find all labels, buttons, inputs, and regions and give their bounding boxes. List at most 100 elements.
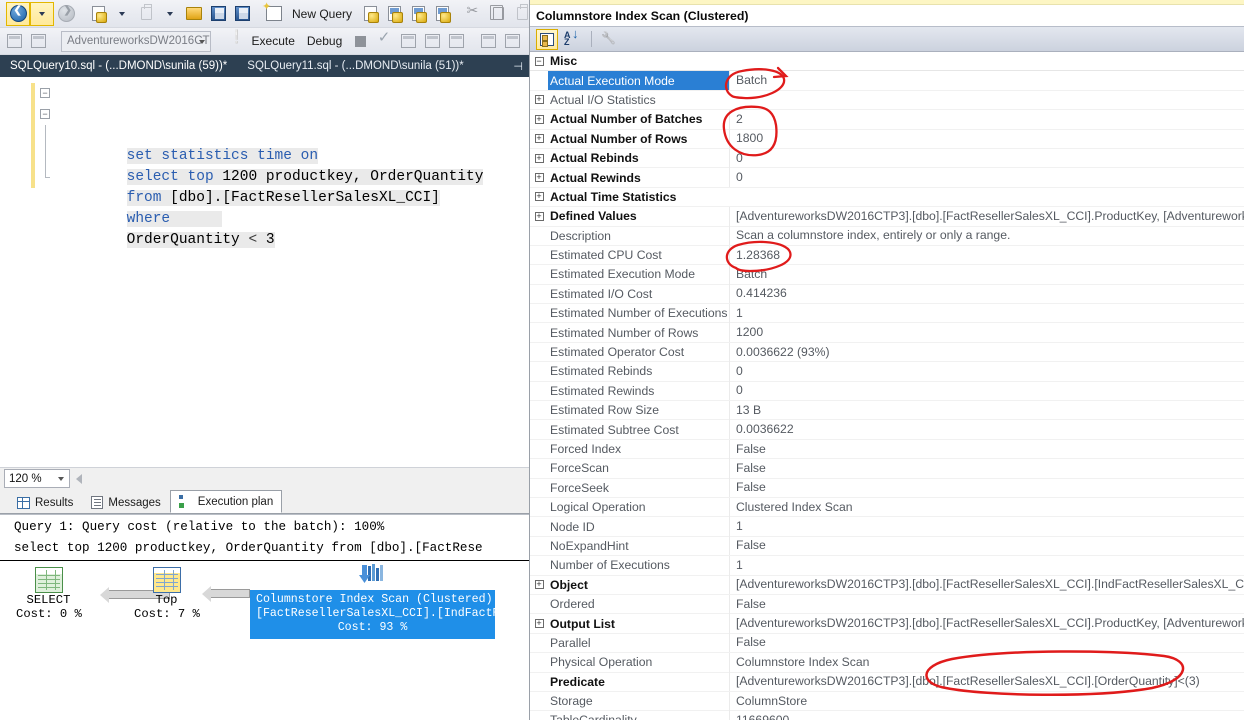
properties-row[interactable]: Number of Executions 1 — [530, 555, 1244, 576]
property-value[interactable]: 11669600 — [729, 710, 1244, 720]
row-expander-toggle[interactable]: + — [530, 153, 548, 164]
property-value[interactable]: Columnstore Index Scan — [729, 652, 1244, 672]
properties-row[interactable]: Estimated Operator Cost 0.0036622 (93%) — [530, 342, 1244, 363]
debug-label[interactable]: Debug — [301, 29, 348, 53]
property-value[interactable]: [AdventureworksDW2016CTP3].[dbo].[FactRe… — [729, 206, 1244, 226]
new-project-dropdown[interactable] — [110, 2, 134, 26]
plan-node-columnstore-scan[interactable] — [358, 563, 388, 592]
properties-row[interactable]: Estimated Row Size 13 B — [530, 400, 1244, 421]
open-file-dropdown[interactable] — [158, 2, 182, 26]
properties-row[interactable]: + Actual Number of Batches 2 — [530, 109, 1244, 130]
new-project-button[interactable] — [86, 2, 110, 26]
property-value[interactable]: Clustered Index Scan — [729, 497, 1244, 517]
results-to-grid-button[interactable] — [500, 29, 524, 53]
display-estimated-plan-button[interactable] — [396, 29, 420, 53]
copy-button[interactable] — [486, 2, 510, 26]
property-value[interactable]: False — [729, 478, 1244, 498]
row-expander-toggle[interactable]: + — [530, 133, 548, 144]
tab-sqlquery10[interactable]: SQLQuery10.sql - (...DMOND\sunila (59))* — [0, 55, 238, 77]
properties-row[interactable]: Estimated Rewinds 0 — [530, 381, 1244, 402]
new-analysis-services-xmla-query-button[interactable] — [430, 2, 454, 26]
tab-results[interactable]: Results — [8, 492, 82, 513]
navigate-backward-dropdown[interactable] — [30, 1, 54, 26]
results-to-text-button[interactable] — [476, 29, 500, 53]
property-value[interactable]: False — [729, 594, 1244, 614]
properties-row[interactable]: Predicate [AdventureworksDW2016CTP3].[dbo… — [530, 672, 1244, 692]
plan-node-tooltip[interactable]: Columnstore Index Scan (Clustered) [Fact… — [250, 590, 506, 639]
property-value[interactable]: ColumnStore — [729, 691, 1244, 711]
property-pages-button[interactable] — [597, 29, 619, 50]
zoom-level-selector[interactable]: 120 % — [4, 469, 70, 488]
properties-row[interactable]: Estimated Subtree Cost 0.0036622 — [530, 420, 1244, 440]
open-file-button[interactable] — [134, 2, 158, 26]
execution-plan-panel[interactable]: Query 1: Query cost (relative to the bat… — [0, 514, 529, 720]
properties-row[interactable]: Estimated Execution Mode Batch — [530, 265, 1244, 285]
property-value[interactable]: False — [729, 458, 1244, 478]
properties-row[interactable]: Logical Operation Clustered Index Scan — [530, 497, 1244, 518]
properties-row[interactable]: TableCardinality11669600 — [530, 710, 1244, 720]
execute-icon-button[interactable] — [222, 29, 246, 53]
property-value[interactable]: 0 — [729, 381, 1244, 401]
property-value[interactable]: 1 — [729, 555, 1244, 575]
properties-row[interactable]: + Defined Values [AdventureworksDW2016CTP3… — [530, 206, 1244, 227]
properties-row[interactable]: Node ID 1 — [530, 517, 1244, 537]
properties-row[interactable]: + Output List [AdventureworksDW2016CTP3].[… — [530, 614, 1244, 634]
property-value[interactable]: Batch — [729, 265, 1244, 284]
row-expander-toggle[interactable]: + — [530, 191, 548, 202]
property-value[interactable]: False — [729, 439, 1244, 459]
code-line-2[interactable]: − select top 1200 productkey, OrderQuant… — [0, 104, 529, 185]
properties-row[interactable]: Estimated CPU Cost 1.28368 — [530, 245, 1244, 266]
new-database-engine-query-button[interactable] — [358, 2, 382, 26]
properties-grid[interactable]: − Misc Actual Execution Mode Batch + Actual I… — [530, 52, 1244, 720]
row-expander-toggle[interactable]: + — [530, 211, 548, 222]
properties-row[interactable]: NoExpandHint False — [530, 536, 1244, 557]
row-expander-toggle[interactable]: + — [530, 114, 548, 125]
properties-row[interactable]: + Actual I/O Statistics — [530, 91, 1244, 111]
properties-row[interactable]: Storage ColumnStore — [530, 691, 1244, 712]
property-value[interactable]: False — [729, 633, 1244, 653]
property-value[interactable]: 0 — [729, 168, 1244, 188]
property-value[interactable]: 1 — [729, 517, 1244, 537]
properties-row[interactable]: Forced Index False — [530, 439, 1244, 460]
property-value[interactable]: 0 — [729, 361, 1244, 381]
property-value[interactable]: [AdventureworksDW2016CTP3].[dbo].[FactRe… — [729, 575, 1244, 595]
code-line-5[interactable]: OrderQuantity < 3 — [0, 167, 529, 248]
alphabetical-sort-button[interactable]: A Z ↓ — [561, 27, 583, 50]
properties-row[interactable]: Actual Execution Mode Batch — [530, 71, 1244, 91]
code-fold-toggle[interactable]: − — [40, 88, 50, 98]
new-analysis-services-dmx-query-button[interactable] — [406, 2, 430, 26]
plan-node-select[interactable]: SELECT Cost: 0 % — [16, 567, 82, 621]
row-expander-toggle[interactable]: − — [530, 56, 548, 67]
new-query-button[interactable] — [262, 0, 286, 26]
property-value[interactable]: 2 — [729, 109, 1244, 129]
categorized-view-button[interactable] — [536, 28, 558, 50]
row-expander-toggle[interactable]: + — [530, 94, 548, 105]
save-all-button[interactable] — [230, 2, 254, 26]
property-value[interactable]: [AdventureworksDW2016CTP3].[dbo].[FactRe… — [729, 672, 1244, 692]
properties-row[interactable]: + Actual Rewinds 0 — [530, 168, 1244, 188]
stop-button[interactable] — [348, 29, 372, 53]
properties-row[interactable]: + Actual Rebinds 0 — [530, 148, 1244, 169]
new-analysis-services-mdx-query-button[interactable] — [382, 2, 406, 26]
property-value[interactable]: 1 — [729, 303, 1244, 323]
properties-row[interactable]: + Actual Number of Rows 1800 — [530, 129, 1244, 149]
property-value[interactable]: False — [729, 536, 1244, 556]
properties-row[interactable]: Estimated I/O Cost 0.414236 — [530, 284, 1244, 305]
properties-row[interactable]: Ordered False — [530, 594, 1244, 615]
properties-row[interactable]: Parallel False — [530, 633, 1244, 654]
disconnect-button[interactable] — [26, 29, 50, 53]
properties-row[interactable]: ForceScan False — [530, 458, 1244, 479]
properties-row[interactable]: Physical Operation Columnstore Index Scan — [530, 652, 1244, 673]
property-value[interactable]: 13 B — [729, 400, 1244, 420]
include-actual-plan-button[interactable] — [444, 29, 468, 53]
property-value[interactable]: 1.28368 — [729, 245, 1244, 265]
code-line-4[interactable]: where — [0, 146, 529, 227]
properties-row[interactable]: Estimated Rebinds 0 — [530, 361, 1244, 382]
properties-category-row[interactable]: − Misc — [530, 52, 1244, 72]
properties-row[interactable]: Estimated Number of Rows 1200 — [530, 323, 1244, 343]
property-value[interactable]: [AdventureworksDW2016CTP3].[dbo].[FactRe… — [729, 614, 1244, 634]
code-line-1[interactable]: − set statistics time on — [0, 83, 529, 164]
code-line-3[interactable]: from [dbo].[FactResellerSalesXL_CCI] — [0, 125, 529, 206]
property-value[interactable]: 0.0036622 — [729, 420, 1244, 440]
property-value[interactable]: Scan a columnstore index, entirely or on… — [729, 226, 1244, 246]
